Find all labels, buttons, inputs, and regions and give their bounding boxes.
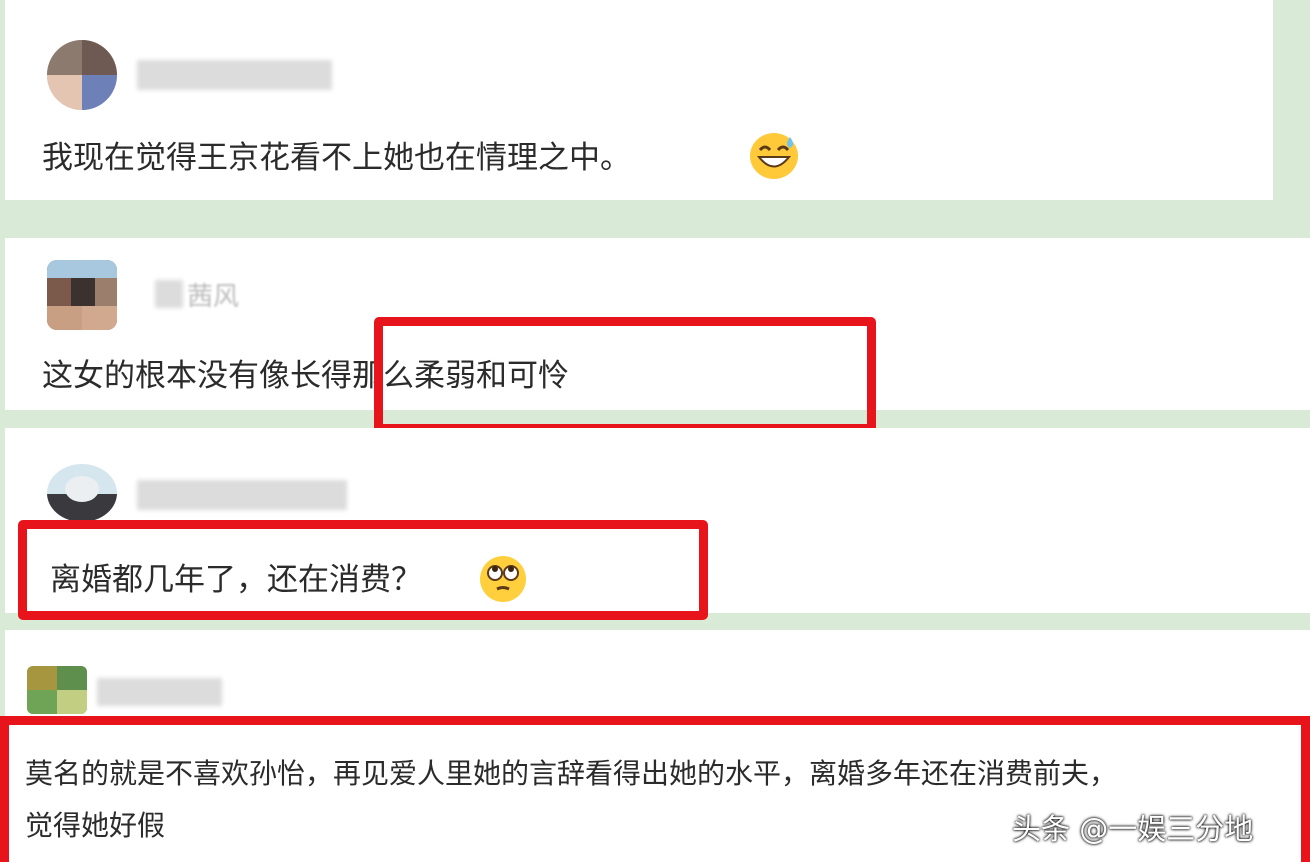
username[interactable]: 茜风 xyxy=(187,276,239,313)
avatar[interactable] xyxy=(47,40,117,110)
comment-text-line1: 莫名的就是不喜欢孙怡，再见爱人里她的言辞看得出她的水平，离婚多年还在消费前夫， xyxy=(25,757,1118,790)
username-blurred[interactable] xyxy=(97,678,222,706)
username-blurred[interactable] xyxy=(137,60,332,90)
highlight-box xyxy=(374,317,876,433)
avatar[interactable] xyxy=(47,260,117,330)
avatar[interactable] xyxy=(47,464,117,522)
username-blur-prefix xyxy=(155,280,183,308)
comment-card: 我现在觉得王京花看不上她也在情理之中。 xyxy=(5,0,1273,200)
comment-text: 离婚都几年了，还在消费？ xyxy=(50,562,422,598)
eye-roll-emoji xyxy=(480,556,526,602)
watermark: 头条 @一娱三分地 xyxy=(1012,812,1254,846)
avatar[interactable] xyxy=(27,666,87,714)
grinning-sweat-emoji xyxy=(750,133,798,179)
username-blurred[interactable] xyxy=(137,480,347,510)
comment-text-line2: 觉得她好假 xyxy=(25,809,166,842)
comment-text: 我现在觉得王京花看不上她也在情理之中。 xyxy=(42,140,631,176)
